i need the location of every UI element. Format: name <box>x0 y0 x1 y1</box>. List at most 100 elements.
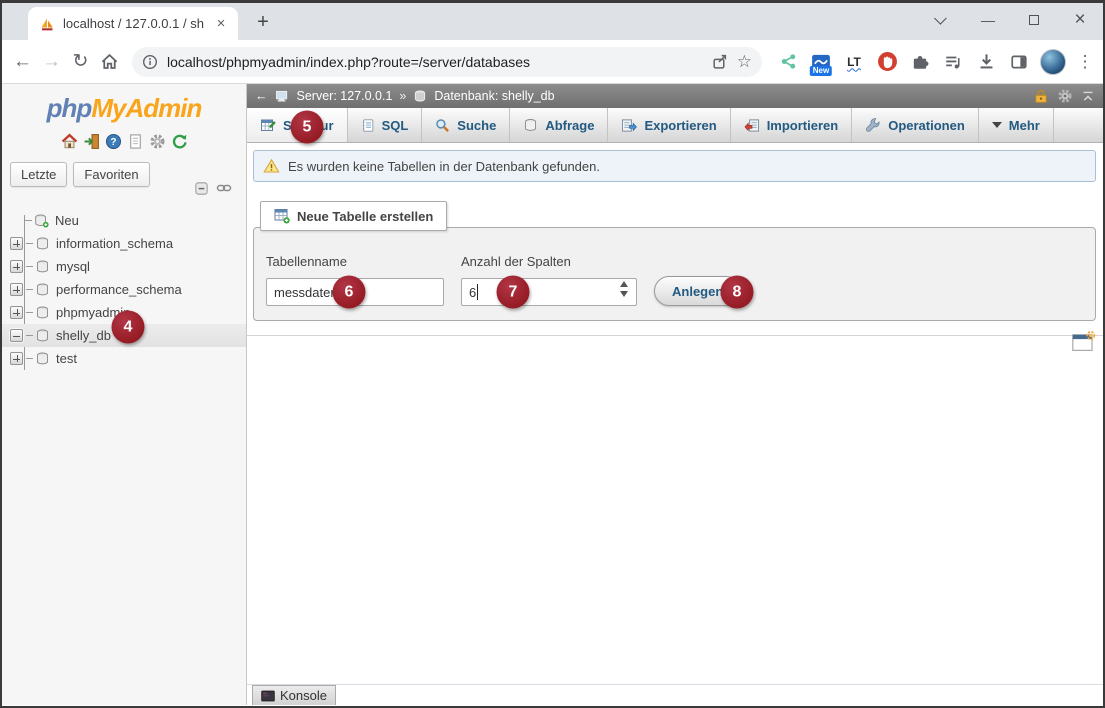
minimize-button[interactable]: — <box>965 12 1011 28</box>
database-icon <box>413 90 427 103</box>
tree-item-information-schema[interactable]: information_schema <box>2 232 246 255</box>
server-icon <box>275 90 290 103</box>
page-settings-gear-icon[interactable] <box>1057 88 1073 104</box>
profile-avatar[interactable] <box>1040 49 1066 75</box>
browser-tab[interactable]: localhost / 127.0.0.1 / shelly_db × <box>28 7 238 40</box>
browser-window: localhost / 127.0.0.1 / shelly_db × + — … <box>0 0 1105 708</box>
create-table-form: Tabellenname Anzahl der Spalten Anlegen <box>253 227 1096 321</box>
reload-button[interactable]: ↻ <box>68 46 93 78</box>
home-icon[interactable] <box>61 133 78 150</box>
step-badge-6: 6 <box>333 276 366 309</box>
tab-abfrage[interactable]: Abfrage <box>510 108 608 142</box>
database-icon <box>35 283 50 297</box>
console-icon <box>261 690 275 702</box>
adblock-extension-icon[interactable] <box>875 49 899 75</box>
side-panel-icon[interactable] <box>1007 49 1031 75</box>
sidebar-action-icons: ? <box>2 133 246 150</box>
close-button[interactable]: × <box>1057 9 1103 31</box>
wave-extension-icon[interactable]: New <box>809 49 833 75</box>
tab-sql[interactable]: SQL <box>348 108 423 142</box>
tree-item-test[interactable]: test <box>2 347 246 370</box>
pma-logo[interactable]: phpMyAdmin <box>2 93 246 124</box>
share-icon[interactable] <box>711 53 728 70</box>
new-tab-button[interactable]: + <box>250 11 276 34</box>
share-nodes-extension-icon[interactable] <box>776 49 800 75</box>
tab-suche[interactable]: Suche <box>422 108 510 142</box>
sql-icon <box>361 118 375 133</box>
download-icon[interactable] <box>974 49 998 75</box>
new-table-icon <box>274 208 290 224</box>
address-bar[interactable]: localhost/phpmyadmin/index.php?route=/se… <box>132 47 762 77</box>
expand-icon[interactable] <box>10 237 23 250</box>
warning-text: Es wurden keine Tabellen in der Datenban… <box>288 159 600 174</box>
breadcrumb-database[interactable]: Datenbank: shelly_db <box>434 89 554 103</box>
expand-icon[interactable] <box>10 260 23 273</box>
back-button[interactable]: ← <box>10 46 35 78</box>
url-text[interactable]: localhost/phpmyadmin/index.php?route=/se… <box>167 54 702 70</box>
tab-close-icon[interactable]: × <box>212 15 230 33</box>
site-info-icon[interactable] <box>142 54 158 70</box>
export-icon <box>621 118 637 133</box>
import-icon <box>744 118 760 133</box>
create-table-legend: Neue Tabelle erstellen <box>260 201 447 231</box>
tab-importieren[interactable]: Importieren <box>731 108 853 142</box>
columns-count-label: Anzahl der Spalten <box>461 254 571 269</box>
tab-mehr[interactable]: Mehr <box>979 108 1054 142</box>
step-badge-5: 5 <box>291 111 324 144</box>
extensions-row: New LT ⋮ <box>776 49 1095 75</box>
tab-search-icon[interactable] <box>919 12 965 28</box>
database-icon <box>35 306 50 320</box>
collapse-all-icon[interactable] <box>194 181 209 196</box>
link-icon[interactable] <box>216 180 232 196</box>
section-divider <box>247 335 1103 336</box>
home-button[interactable] <box>97 46 122 78</box>
database-icon <box>35 260 50 274</box>
expand-icon[interactable] <box>10 283 23 296</box>
collapse-top-icon[interactable] <box>1081 90 1095 103</box>
lock-icon <box>1033 89 1049 104</box>
help-icon[interactable]: ? <box>105 133 122 150</box>
refresh-icon[interactable] <box>171 133 188 150</box>
columns-count-input[interactable] <box>461 278 637 306</box>
svg-text:?: ? <box>110 137 116 148</box>
step-badge-4: 4 <box>112 311 145 344</box>
maximize-button[interactable] <box>1011 12 1057 28</box>
tree-item-new[interactable]: Neu <box>2 209 246 232</box>
logout-door-icon[interactable] <box>83 133 100 150</box>
favorites-button[interactable]: Favoriten <box>73 162 149 187</box>
recent-button[interactable]: Letzte <box>10 162 67 187</box>
page-settings-icon[interactable] <box>1071 331 1095 353</box>
home-icon <box>100 52 119 71</box>
text-caret <box>477 284 478 300</box>
database-icon <box>35 237 50 251</box>
tab-operationen[interactable]: Operationen <box>852 108 979 142</box>
database-tree: Neu information_schema mysql performance… <box>2 209 246 370</box>
expand-icon[interactable] <box>10 352 23 365</box>
chrome-menu-icon[interactable]: ⋮ <box>1075 52 1095 72</box>
console-bar: Konsole <box>247 684 1103 705</box>
breadcrumb: ← Server: 127.0.0.1 » Datenbank: shelly_… <box>247 84 1103 108</box>
breadcrumb-server[interactable]: Server: 127.0.0.1 <box>297 89 393 103</box>
extensions-puzzle-icon[interactable] <box>908 49 932 75</box>
docs-icon[interactable] <box>127 133 144 150</box>
forward-button[interactable]: → <box>39 46 64 78</box>
tab-exportieren[interactable]: Exportieren <box>608 108 730 142</box>
no-tables-warning: Es wurden keine Tabellen in der Datenban… <box>253 150 1096 182</box>
panel-collapse-arrow[interactable]: ← <box>255 89 268 103</box>
tree-item-performance-schema[interactable]: performance_schema <box>2 278 246 301</box>
step-badge-7: 7 <box>497 276 530 309</box>
wrench-icon <box>865 117 881 133</box>
settings-gear-icon[interactable] <box>149 133 166 150</box>
number-stepper[interactable] <box>620 281 628 297</box>
collapse-icon[interactable] <box>10 329 23 342</box>
expand-icon[interactable] <box>10 306 23 319</box>
pma-tab-bar: Struktur SQL Suche Abfrage Exportieren <box>247 108 1103 143</box>
languagetool-extension-icon[interactable]: LT <box>842 49 866 75</box>
bookmark-star-icon[interactable]: ☆ <box>737 52 752 72</box>
database-new-icon <box>34 214 49 228</box>
playlist-extension-icon[interactable] <box>941 49 965 75</box>
tree-item-mysql[interactable]: mysql <box>2 255 246 278</box>
tab-strip: localhost / 127.0.0.1 / shelly_db × + — … <box>2 3 1103 40</box>
search-icon <box>435 118 450 133</box>
console-tab[interactable]: Konsole <box>252 685 336 705</box>
